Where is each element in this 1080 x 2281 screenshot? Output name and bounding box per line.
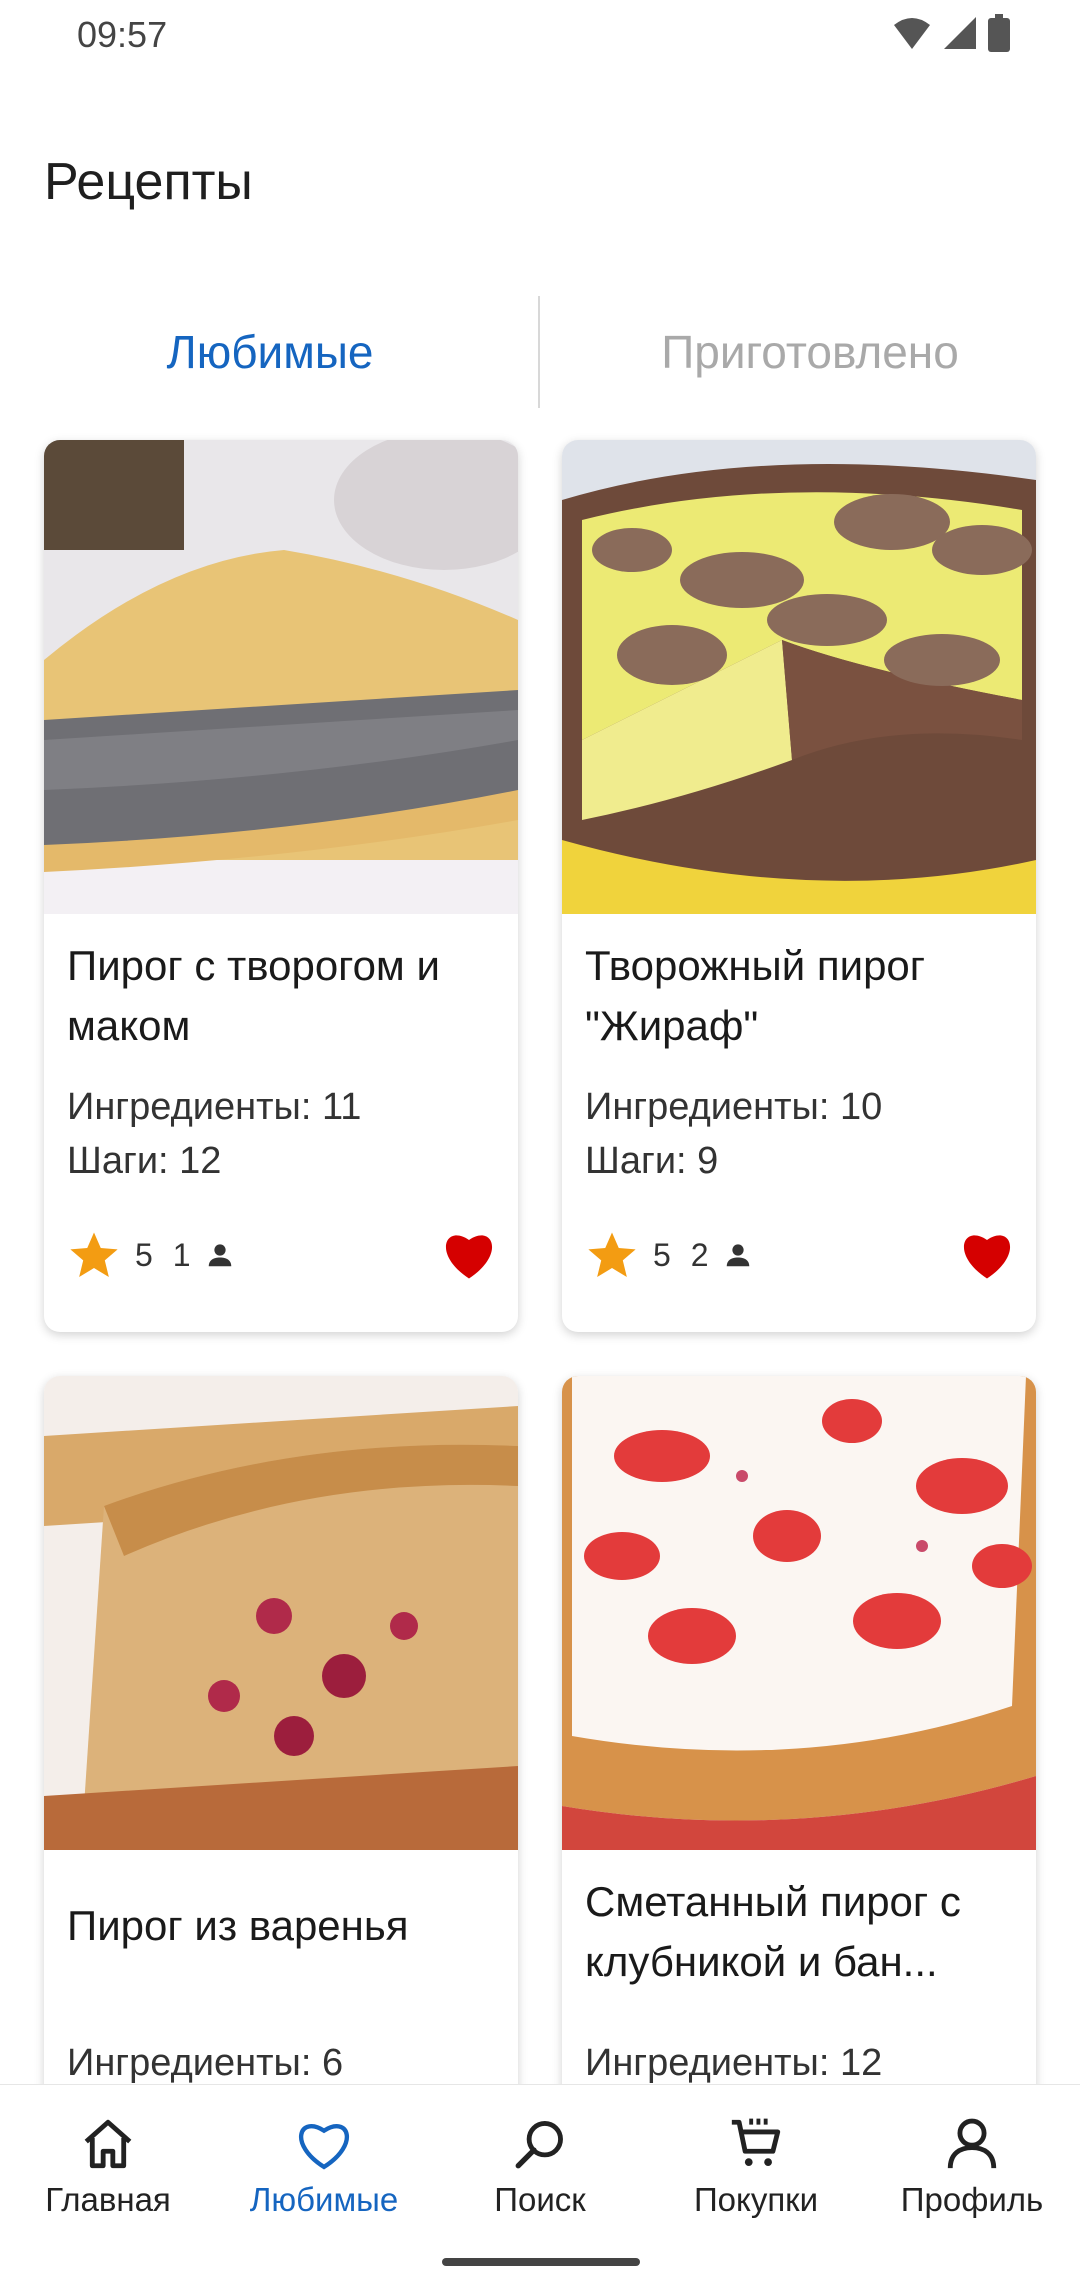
rating-row: 5 1 — [67, 1220, 235, 1290]
search-icon — [515, 2121, 563, 2169]
status-time: 09:57 — [77, 14, 168, 55]
signal-icon — [944, 17, 976, 49]
tab-favorites[interactable]: Любимые — [0, 296, 540, 408]
tab-cooked[interactable]: Приготовлено — [540, 296, 1080, 408]
battery-icon — [988, 14, 1010, 52]
nav-favorites[interactable]: Любимые — [216, 2111, 432, 2219]
nav-label: Покупки — [693, 2181, 819, 2218]
nav-label: Поиск — [494, 2181, 586, 2218]
recipe-title: Творожный пирог "Жираф" — [585, 942, 926, 1049]
favorite-heart-icon[interactable] — [441, 1228, 497, 1280]
wifi-icon — [894, 18, 930, 49]
recipe-title: Пирог с творогом и маком — [67, 942, 440, 1049]
recipe-meta: Ингредиенты: 12 — [585, 2036, 882, 2090]
star-icon — [70, 1232, 118, 1278]
bottom-nav: Главная Любимые Поиск Покупки Профиль — [0, 2084, 1080, 2281]
people-count: 1 — [172, 1236, 191, 1273]
status-icons — [892, 14, 1010, 52]
recipe-card[interactable]: Пирог с творогом и маком Ингредиенты: 11… — [44, 440, 518, 1332]
recipe-card[interactable]: Сметанный пирог с клубникой и бан... Инг… — [562, 1376, 1036, 2136]
nav-shopping[interactable]: Покупки — [648, 2111, 864, 2219]
recipe-steps: Шаги: 9 — [585, 1140, 719, 1182]
recipe-card[interactable]: Творожный пирог "Жираф" Ингредиенты: 10 … — [562, 440, 1036, 1332]
nav-home[interactable]: Главная — [0, 2111, 216, 2219]
home-icon — [84, 2119, 132, 2169]
home-indicator — [442, 2258, 640, 2266]
star-icon — [588, 1232, 636, 1278]
recipe-meta: Ингредиенты: 11 Шаги: 12 — [67, 1080, 361, 1188]
recipe-image — [44, 440, 518, 914]
recipe-steps: Шаги: 12 — [67, 1140, 222, 1182]
recipe-image — [44, 1376, 518, 1850]
rating-value: 5 — [135, 1236, 153, 1273]
people-count: 2 — [690, 1236, 709, 1273]
nav-label: Профиль — [900, 2181, 1044, 2218]
recipe-ingredients: Ингредиенты: 12 — [585, 2042, 883, 2084]
rating-value: 5 — [653, 1236, 671, 1273]
nav-search[interactable]: Поиск — [432, 2111, 648, 2219]
page-title: Рецепты — [44, 153, 253, 211]
recipe-ingredients: Ингредиенты: 10 — [585, 1086, 883, 1128]
heart-icon — [298, 2124, 350, 2170]
nav-label: Главная — [45, 2181, 171, 2218]
status-bar: 09:57 — [0, 0, 1080, 72]
cart-icon — [731, 2118, 781, 2166]
rating-row: 5 2 — [585, 1220, 753, 1290]
recipe-title: Пирог из варенья — [67, 1902, 409, 1949]
recipe-meta: Ингредиенты: 10 Шаги: 9 — [585, 1080, 882, 1188]
recipe-footer: 5 1 — [67, 1220, 497, 1290]
recipe-meta: Ингредиенты: 6 — [67, 2036, 343, 2090]
profile-icon — [947, 2118, 997, 2169]
recipe-ingredients: Ингредиенты: 11 — [67, 1086, 362, 1128]
favorite-heart-icon[interactable] — [959, 1228, 1015, 1280]
person-icon — [726, 1244, 749, 1267]
recipe-image — [562, 1376, 1036, 1850]
recipe-ingredients: Ингредиенты: 6 — [67, 2042, 344, 2084]
person-icon — [208, 1244, 231, 1267]
tab-bar: Любимые Приготовлено — [0, 296, 1080, 408]
nav-profile[interactable]: Профиль — [864, 2111, 1080, 2219]
recipe-card[interactable]: Пирог из варенья Ингредиенты: 6 — [44, 1376, 518, 2136]
recipe-footer: 5 2 — [585, 1220, 1015, 1290]
recipe-title: Сметанный пирог с клубникой и бан... — [585, 1878, 961, 1985]
nav-label: Любимые — [249, 2181, 399, 2218]
recipe-image — [562, 440, 1036, 914]
